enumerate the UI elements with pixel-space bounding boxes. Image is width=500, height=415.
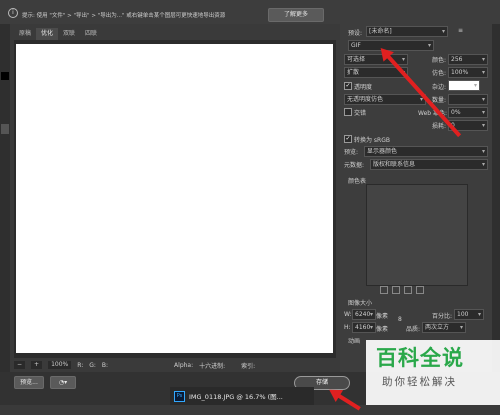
r-readout: R: <box>77 361 84 369</box>
quality-label: 品质: <box>406 326 421 333</box>
alpha-readout: Alpha: <box>174 361 194 369</box>
photoshop-icon: Ps <box>174 390 185 402</box>
web-snap-icon[interactable] <box>380 286 388 294</box>
tool-icon[interactable] <box>1 124 9 134</box>
menu-icon[interactable]: ≡ <box>458 27 463 34</box>
convert-srgb-checkbox[interactable]: ✓ <box>344 135 352 143</box>
height-unit: 像素 <box>376 326 389 333</box>
dither-select[interactable]: 100% <box>448 67 488 78</box>
preview-select[interactable]: 显示器颜色 <box>364 146 488 157</box>
metadata-select[interactable]: 版权和联系信息 <box>370 159 488 170</box>
tab-optimized[interactable]: 优化 <box>36 28 59 40</box>
width-label: W: <box>344 311 352 318</box>
preview-button[interactable]: 预览... <box>14 376 44 389</box>
tab-4up[interactable]: 四联 <box>80 28 102 40</box>
color-table[interactable] <box>366 184 468 286</box>
preview-label: 预览: <box>344 149 359 156</box>
watermark-title: 百科全说 <box>376 346 464 370</box>
percent-input[interactable]: 100 <box>454 309 484 320</box>
convert-srgb-label: 转换为 sRGB <box>354 137 390 144</box>
colors-label: 颜色: <box>432 57 447 64</box>
transparency-dither-select[interactable]: 无透明度仿色 <box>344 94 426 105</box>
transparency-checkbox[interactable]: ✓ <box>344 82 352 90</box>
new-color-icon[interactable] <box>404 286 412 294</box>
percent-label: 百分比: <box>432 313 453 320</box>
palette-select[interactable]: 可选择 <box>344 54 408 65</box>
quality-select[interactable]: 两次立方 <box>422 322 466 333</box>
color-table-icons <box>380 286 424 294</box>
view-tabs: 原稿 优化 双联 四联 <box>14 28 102 40</box>
amount-label: 数量: <box>432 97 447 104</box>
trash-icon[interactable] <box>416 286 424 294</box>
zoom-minus-button[interactable]: − <box>14 361 26 369</box>
metadata-label: 元数据: <box>344 162 365 169</box>
amount-select[interactable] <box>448 94 488 105</box>
websnap-select[interactable]: 0% <box>448 107 488 118</box>
tip-text: 提示: 使用 "文件" > "导出" > "导出为..." 或右键单击某个图层可… <box>22 13 226 19</box>
hex-readout: 十六进制: <box>199 362 226 370</box>
width-input[interactable]: 6240 <box>352 309 376 320</box>
panel-scrollbar[interactable] <box>492 24 500 372</box>
index-readout: 索引: <box>241 362 256 370</box>
left-tool-strip <box>0 24 10 405</box>
learn-more-button[interactable]: 了解更多 <box>268 8 324 22</box>
tab-original[interactable]: 原稿 <box>14 28 36 40</box>
animation-label: 动画 <box>348 338 361 345</box>
dither-label: 仿色: <box>432 70 447 77</box>
zoom-level[interactable]: 100% <box>48 361 72 369</box>
preset-label: 预设: <box>348 30 363 37</box>
watermark: 百科全说 助你轻松解决 <box>366 340 500 405</box>
color-table-label: 颜色表 <box>348 178 367 185</box>
colors-select[interactable]: 256 <box>448 54 488 65</box>
zoom-plus-button[interactable]: + <box>31 361 43 369</box>
interlaced-label: 交错 <box>354 110 367 117</box>
transparency-label: 透明度 <box>354 84 373 91</box>
watermark-subtitle: 助你轻松解决 <box>382 376 457 388</box>
width-unit: 像素 <box>376 313 389 320</box>
height-label: H: <box>344 324 351 331</box>
image-size-label: 图像大小 <box>348 300 373 307</box>
b-readout: B: <box>101 361 109 369</box>
status-bar: − + 100% R: G: B: Alpha: 十六进制: 索引: <box>14 360 336 370</box>
matte-label: 杂边: <box>432 84 447 91</box>
preset-select[interactable]: [未命名] <box>366 26 448 37</box>
info-icon: i <box>8 8 18 18</box>
taskbar-item-label: IMG_0118.JPG @ 16.7% (图... <box>189 393 283 401</box>
taskbar-item[interactable]: Ps IMG_0118.JPG @ 16.7% (图... <box>170 387 314 405</box>
height-input[interactable]: 4160 <box>352 322 376 333</box>
matte-select[interactable] <box>448 80 480 91</box>
lock-icon[interactable] <box>392 286 400 294</box>
link-icon[interactable]: 8 <box>398 316 402 323</box>
interlaced-checkbox[interactable] <box>344 108 352 116</box>
tab-2up[interactable]: 双联 <box>58 28 80 40</box>
image-preview[interactable] <box>16 44 333 353</box>
foreground-swatch[interactable] <box>1 72 9 80</box>
browser-icon[interactable]: ◔▾ <box>50 376 76 389</box>
g-readout: G: <box>89 361 96 369</box>
